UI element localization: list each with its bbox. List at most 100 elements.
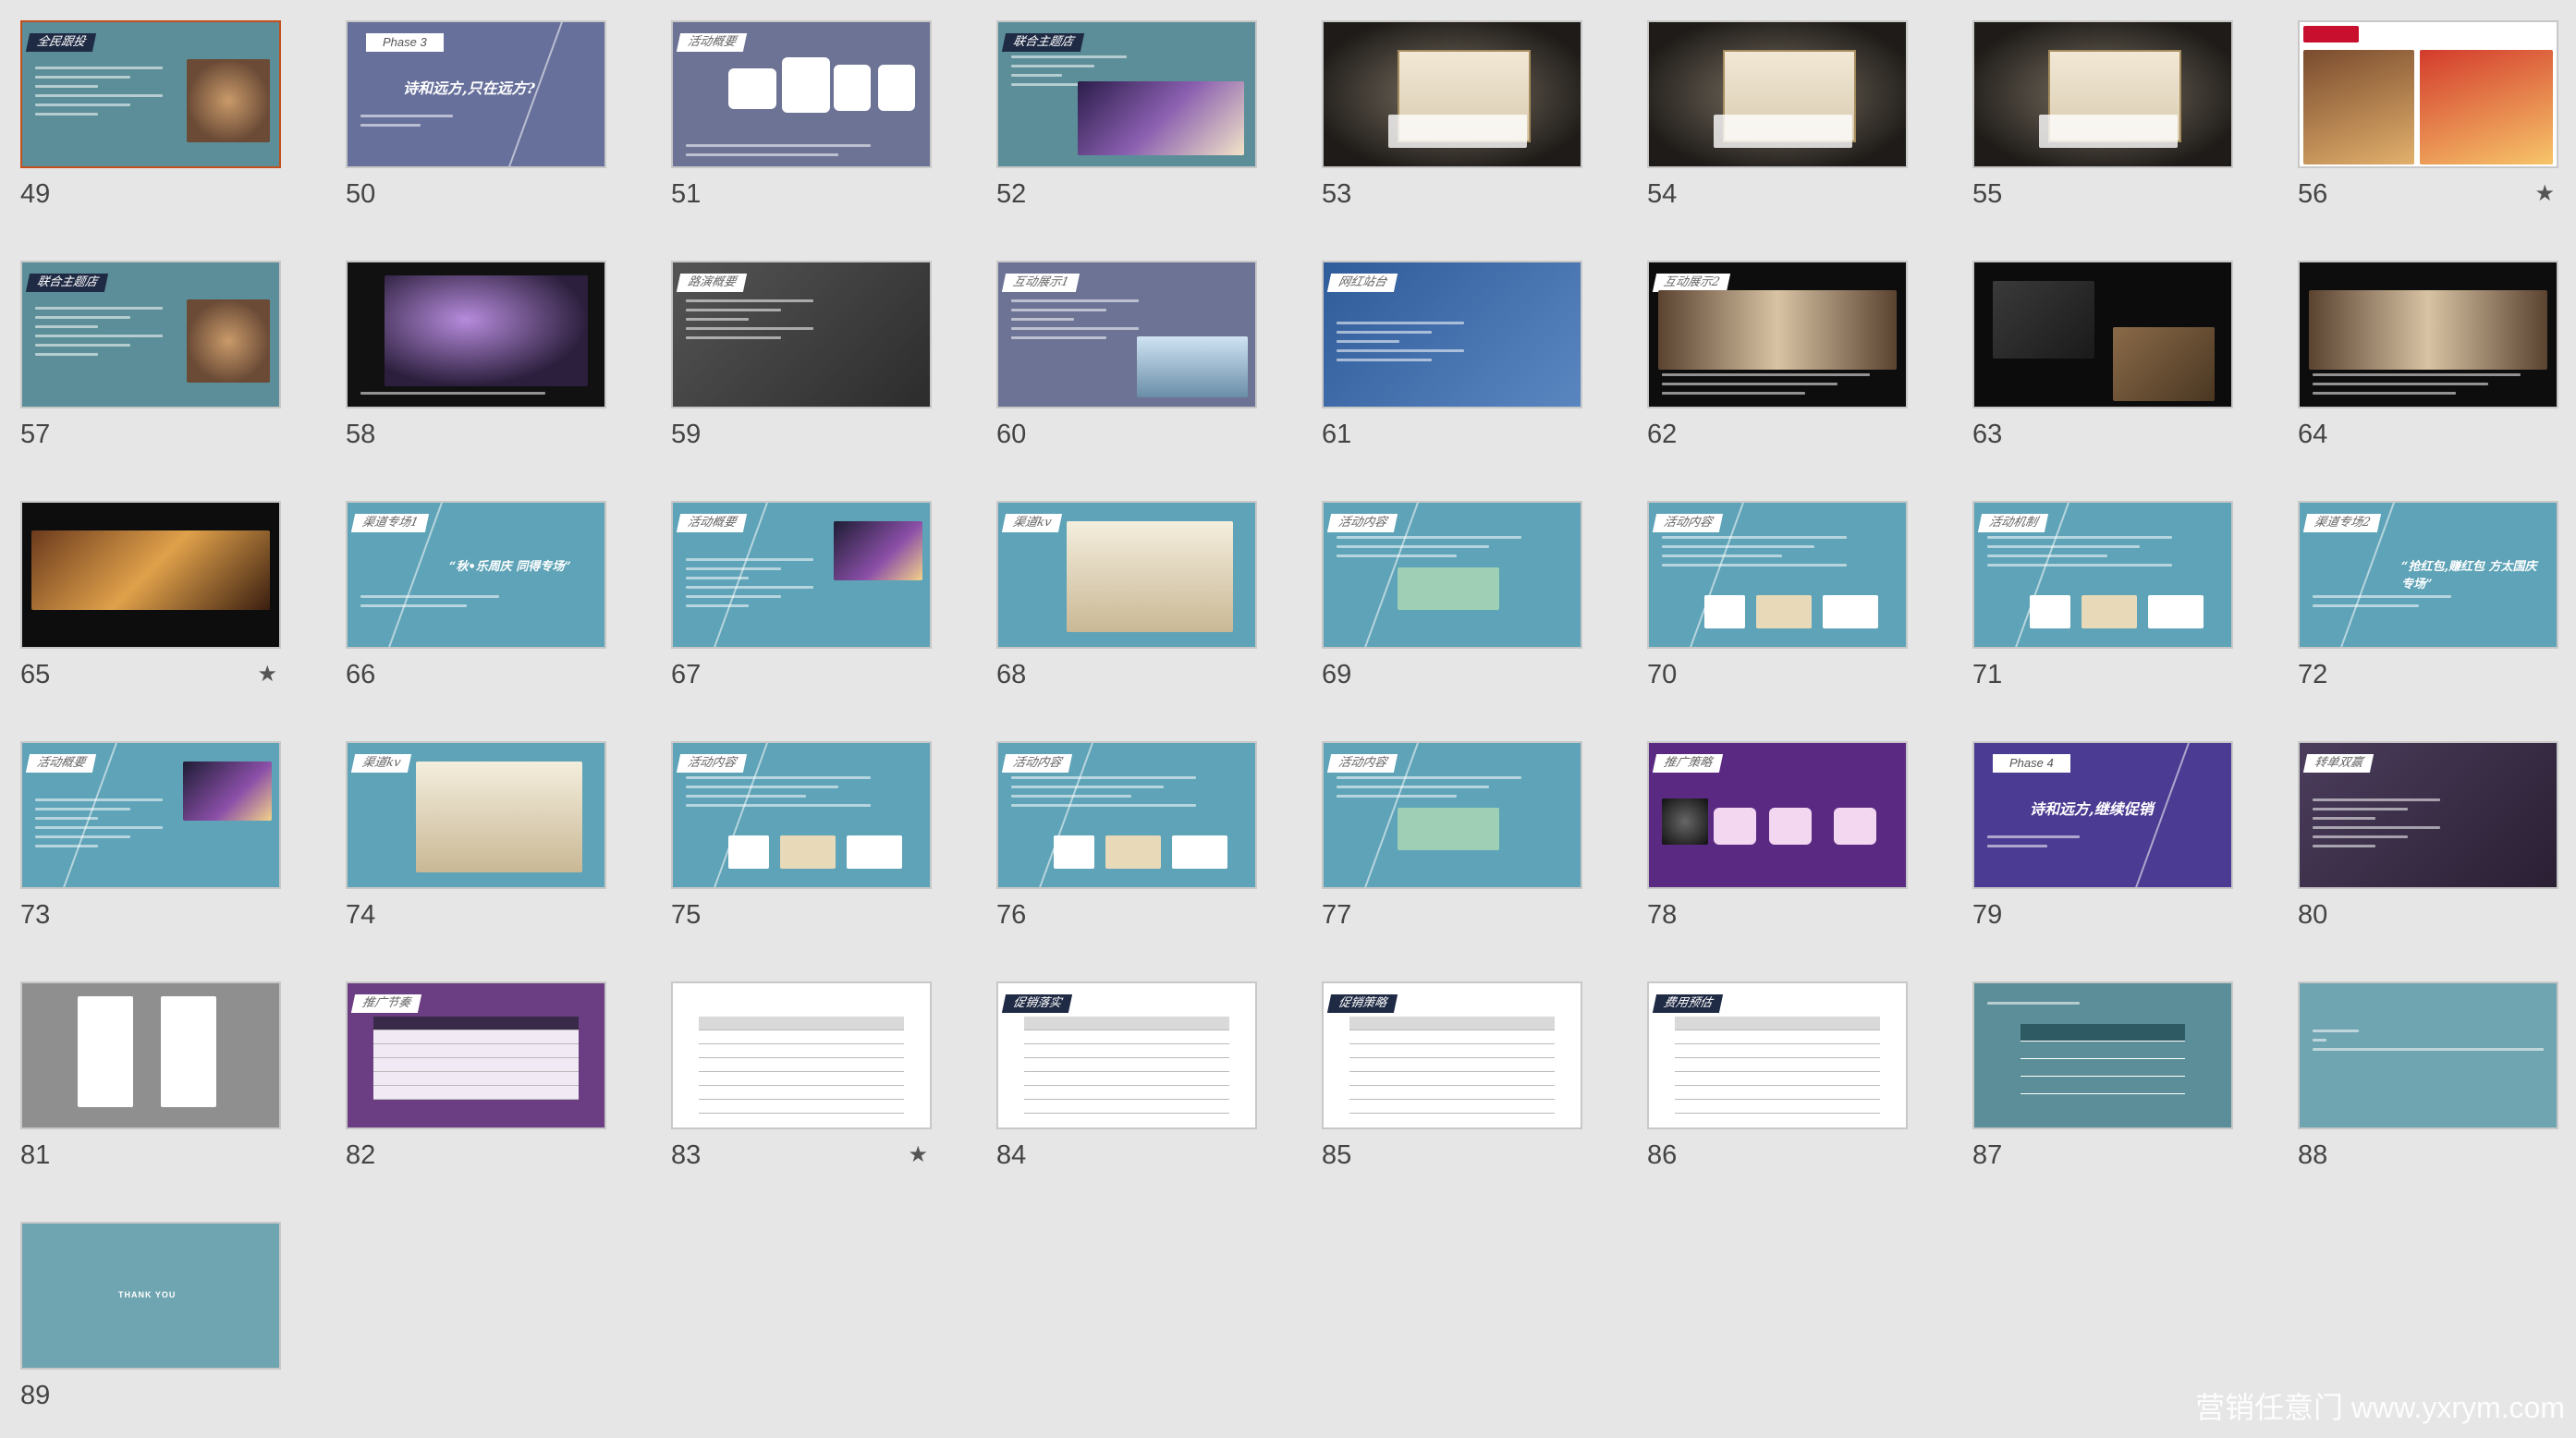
slide-preview[interactable]: 活动概要	[20, 741, 281, 889]
slide-preview[interactable]: THANK YOU	[20, 1222, 281, 1370]
slide-preview[interactable]: 活动机制	[1972, 501, 2233, 649]
slide-preview[interactable]: 活动内容	[996, 741, 1257, 889]
slide-thumbnail-87[interactable]: 87	[1972, 981, 2233, 1169]
text-line	[2313, 595, 2451, 598]
slide-preview[interactable]: 转单双赢	[2298, 741, 2558, 889]
slide-section-tag: 促销落实	[1001, 994, 1073, 1013]
slide-thumbnail-70[interactable]: 活动内容 70	[1647, 501, 1908, 689]
slide-thumbnail-49[interactable]: 全民跟投 49	[20, 20, 281, 208]
slide-thumbnail-60[interactable]: 互动展示1 60	[996, 261, 1257, 448]
slide-preview[interactable]: 渠道kv	[346, 741, 606, 889]
table-row	[1349, 1072, 1555, 1086]
text-line	[1337, 545, 1489, 548]
slide-preview[interactable]: 促销策略	[1322, 981, 1582, 1129]
slide-preview[interactable]	[346, 261, 606, 408]
slide-thumbnail-66[interactable]: 渠道专场1 “秋•乐周庆 同得专场” 66	[346, 501, 606, 689]
slide-preview[interactable]	[20, 981, 281, 1129]
slide-preview[interactable]: 活动内容	[1647, 501, 1908, 649]
slide-thumbnail-89[interactable]: THANK YOU 89	[20, 1222, 281, 1409]
slide-thumbnail-79[interactable]: Phase 4 诗和远方,继续促销 79	[1972, 741, 2233, 929]
slide-preview[interactable]: 网红站台	[1322, 261, 1582, 408]
slide-preview[interactable]	[1972, 981, 2233, 1129]
slide-preview[interactable]: 路演概要	[671, 261, 932, 408]
slide-preview[interactable]	[2298, 981, 2558, 1129]
slide-thumbnail-52[interactable]: 联合主题店 52	[996, 20, 1257, 208]
slide-thumbnail-59[interactable]: 路演概要 59	[671, 261, 932, 448]
slide-thumbnail-74[interactable]: 渠道kv 74	[346, 741, 606, 929]
slide-thumbnail-78[interactable]: 推广策略 78	[1647, 741, 1908, 929]
slide-preview[interactable]: 活动概要	[671, 20, 932, 168]
slide-preview[interactable]: 费用预估	[1647, 981, 1908, 1129]
slide-photo	[183, 762, 272, 821]
slide-preview[interactable]: 联合主题店	[996, 20, 1257, 168]
slide-thumbnail-77[interactable]: 活动内容 77	[1322, 741, 1582, 929]
slide-preview[interactable]: 互动展示2	[1647, 261, 1908, 408]
slide-preview[interactable]: 渠道kv	[996, 501, 1257, 649]
slide-preview[interactable]: 互动展示1	[996, 261, 1257, 408]
slide-section-tag: 全民跟投	[25, 33, 97, 52]
slide-thumbnail-85[interactable]: 促销策略 85	[1322, 981, 1582, 1169]
slide-preview[interactable]	[1972, 261, 2233, 408]
slide-preview[interactable]: Phase 3 诗和远方,只在远方?	[346, 20, 606, 168]
slide-preview[interactable]	[1647, 20, 1908, 168]
slide-thumbnail-84[interactable]: 促销落实 84	[996, 981, 1257, 1169]
slide-preview[interactable]	[2298, 261, 2558, 408]
slide-preview[interactable]: 推广节奏	[346, 981, 606, 1129]
slide-preview[interactable]: 全民跟投	[20, 20, 281, 168]
slide-preview[interactable]	[2298, 20, 2558, 168]
slide-thumbnail-71[interactable]: 活动机制 71	[1972, 501, 2233, 689]
text-line	[1337, 359, 1432, 361]
slide-thumbnail-64[interactable]: 64	[2298, 261, 2558, 448]
slide-thumbnail-69[interactable]: 活动内容 69	[1322, 501, 1582, 689]
text-line	[2313, 835, 2408, 838]
slide-thumbnail-68[interactable]: 渠道kv 68	[996, 501, 1257, 689]
slide-thumbnail-83[interactable]: 83 ★	[671, 981, 932, 1169]
slide-preview[interactable]: 活动内容	[671, 741, 932, 889]
slide-thumbnail-63[interactable]: 63	[1972, 261, 2233, 448]
slide-preview[interactable]	[671, 981, 932, 1129]
slide-thumbnail-50[interactable]: Phase 3 诗和远方,只在远方? 50	[346, 20, 606, 208]
slide-preview[interactable]	[1322, 20, 1582, 168]
slide-preview[interactable]: 活动内容	[1322, 501, 1582, 649]
text-line	[2313, 845, 2375, 847]
slide-thumbnail-75[interactable]: 活动内容 75	[671, 741, 932, 929]
slide-thumbnail-73[interactable]: 活动概要 73	[20, 741, 281, 929]
table-row	[699, 1030, 904, 1044]
slide-preview[interactable]	[1972, 20, 2233, 168]
slide-thumbnail-82[interactable]: 推广节奏 82	[346, 981, 606, 1169]
slide-thumbnail-62[interactable]: 互动展示2 62	[1647, 261, 1908, 448]
slide-thumbnail-55[interactable]: 55	[1972, 20, 2233, 208]
slide-thumbnail-80[interactable]: 转单双赢 80	[2298, 741, 2558, 929]
slide-thumbnail-58[interactable]: 58	[346, 261, 606, 448]
slide-thumbnail-67[interactable]: 活动概要 67	[671, 501, 932, 689]
slide-preview[interactable]: 渠道专场1 “秋•乐周庆 同得专场”	[346, 501, 606, 649]
slide-preview[interactable]: 促销落实	[996, 981, 1257, 1129]
slide-preview[interactable]: Phase 4 诗和远方,继续促销	[1972, 741, 2233, 889]
slide-thumbnail-81[interactable]: 81	[20, 981, 281, 1169]
slide-thumbnail-76[interactable]: 活动内容 76	[996, 741, 1257, 930]
slide-section-tag: 联合主题店	[25, 274, 109, 292]
slide-preview[interactable]: 联合主题店	[20, 261, 281, 408]
slide-preview[interactable]: 活动内容	[1322, 741, 1582, 889]
slide-thumbnail-88[interactable]: 88	[2298, 981, 2558, 1169]
text-line	[1011, 786, 1164, 788]
slide-thumbnail-65[interactable]: 65 ★	[20, 501, 281, 689]
slide-number: 76	[996, 900, 1027, 930]
text-line	[2313, 798, 2440, 801]
table-row	[1024, 1030, 1229, 1044]
slide-thumbnail-54[interactable]: 54	[1647, 20, 1908, 208]
slide-thumbnail-72[interactable]: 渠道专场2 “抢红包,赚红包 方太国庆专场” 72	[2298, 501, 2558, 689]
text-line	[686, 558, 813, 561]
slide-thumbnail-57[interactable]: 联合主题店 57	[20, 261, 281, 448]
slide-thumbnail-53[interactable]: 53	[1322, 20, 1582, 208]
slide-preview[interactable]	[20, 501, 281, 649]
slide-thumbnail-86[interactable]: 费用预估 86	[1647, 981, 1908, 1169]
slide-preview[interactable]: 推广策略	[1647, 741, 1908, 889]
table-row	[1349, 1086, 1555, 1100]
slide-photo	[78, 996, 133, 1107]
slide-thumbnail-56[interactable]: 56 ★	[2298, 20, 2558, 208]
slide-preview[interactable]: 活动概要	[671, 501, 932, 649]
slide-preview[interactable]: 渠道专场2 “抢红包,赚红包 方太国庆专场”	[2298, 501, 2558, 649]
slide-thumbnail-61[interactable]: 网红站台 61	[1322, 261, 1582, 448]
slide-thumbnail-51[interactable]: 活动概要 51	[671, 20, 932, 208]
